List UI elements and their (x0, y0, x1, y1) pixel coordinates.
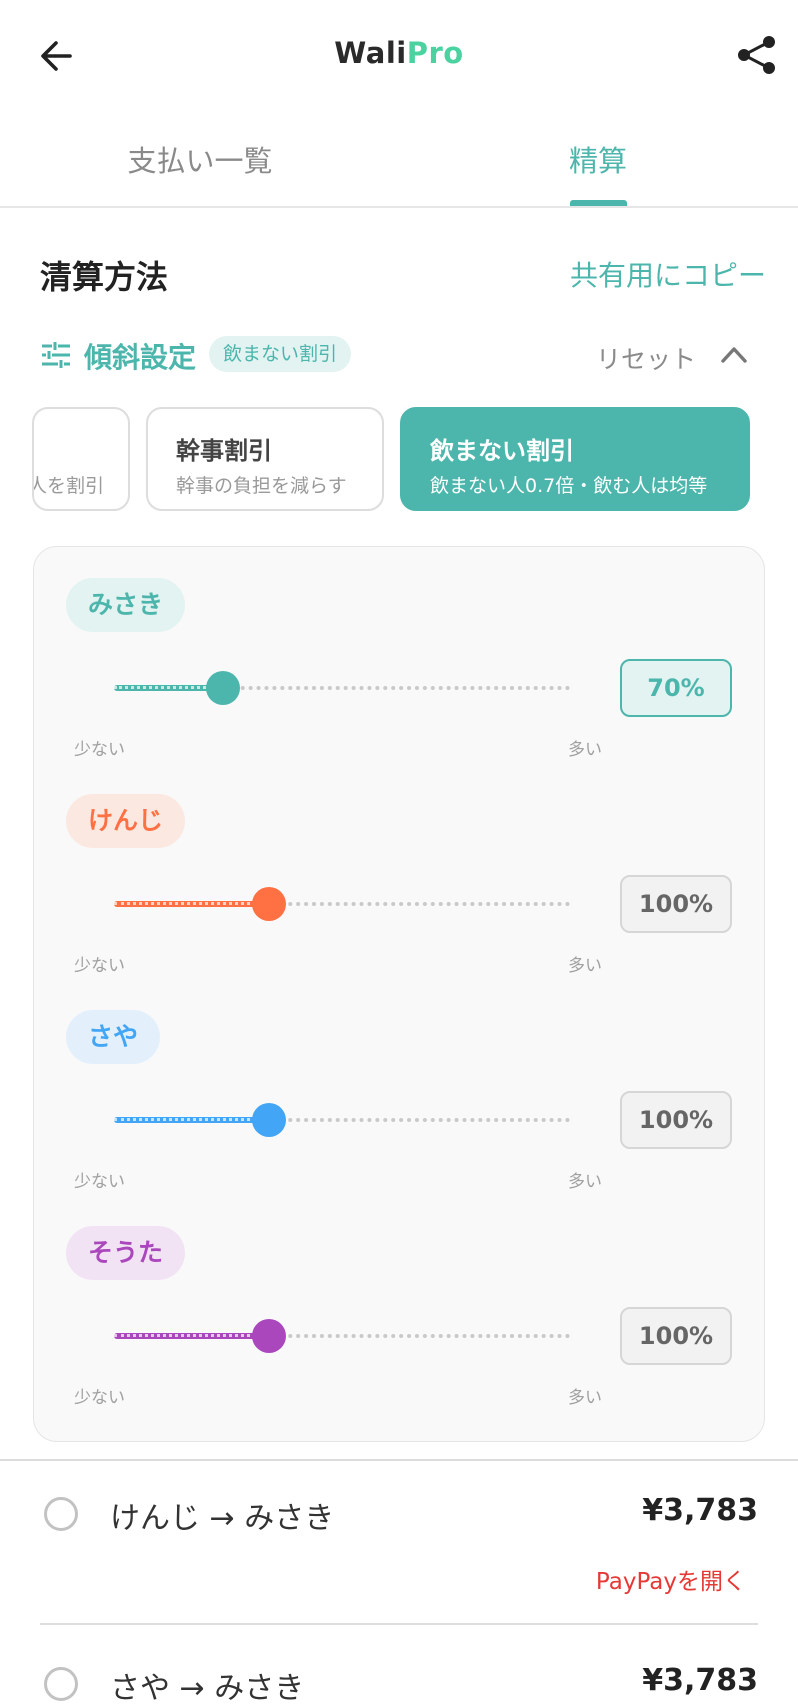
slider-max-label: 多い (568, 1388, 602, 1408)
transfer-names: さや → みさき (110, 1671, 305, 1706)
weight-percent-field[interactable]: 70% (620, 659, 732, 717)
transfer-amount: ¥3,783 (642, 1493, 758, 1528)
member-name-chip: けんじ (66, 794, 186, 848)
tilt-settings-title: 傾斜設定 (84, 341, 197, 374)
preset-card-desc: 幹事の負担を減らす (176, 475, 347, 497)
section-title: 清算方法 (40, 258, 169, 296)
slider-fill-dots (114, 1334, 269, 1337)
slider-fill (114, 1117, 269, 1123)
tab-payment-list[interactable]: 支払い一覧 (70, 138, 330, 180)
preset-card-title: 幹事割引 (176, 437, 272, 465)
section-divider (0, 1459, 798, 1461)
slider-min-label: 少ない (74, 740, 125, 760)
share-icon[interactable] (736, 34, 778, 76)
slider-fill-dots (114, 902, 269, 905)
app-logo: WaliPro (0, 36, 798, 70)
preset-card-non-drinker-discount[interactable]: 飲まない割引 飲まない人0.7倍・飲む人は均等 (400, 407, 750, 511)
slider-thumb[interactable] (206, 671, 240, 705)
slider-min-label: 少ない (74, 1388, 125, 1408)
tab-settlement[interactable]: 精算 (468, 138, 728, 180)
slider-fill (114, 901, 269, 907)
member-name-chip: さや (66, 1010, 161, 1064)
logo-accent-text: Pro (406, 36, 464, 70)
slider-min-label: 少ない (74, 956, 125, 976)
slider-thumb[interactable] (252, 887, 286, 921)
slider-fill (114, 1333, 269, 1339)
slider-thumb[interactable] (252, 1319, 286, 1353)
member-name-chip: みさき (66, 578, 186, 632)
slider-max-label: 多い (568, 1172, 602, 1192)
slider-max-label: 多い (568, 740, 602, 760)
copy-for-sharing-button[interactable]: 共有用にコピー (570, 254, 766, 294)
slider-min-label: 少ない (74, 1172, 125, 1192)
active-preset-badge: 飲まない割引 (209, 336, 352, 372)
preset-card-desc: 飲まない人0.7倍・飲む人は均等 (430, 475, 708, 497)
tune-icon (42, 342, 70, 368)
logo-main-text: Wali (334, 36, 407, 70)
weight-percent-field[interactable]: 100% (620, 1307, 732, 1365)
tab-divider (0, 206, 798, 208)
transfer-divider (40, 1623, 758, 1625)
preset-card-organizer-discount[interactable]: 幹事割引 幹事の負担を減らす (146, 407, 384, 511)
weight-percent-field[interactable]: 100% (620, 875, 732, 933)
reset-button[interactable]: リセット (596, 340, 696, 376)
open-paypay-link[interactable]: PayPayを開く (596, 1562, 746, 1596)
slider-thumb[interactable] (252, 1103, 286, 1137)
preset-card-partial[interactable]: 人を割引 (32, 407, 130, 511)
transfer-names: けんじ → みさき (110, 1501, 335, 1536)
transfer-amount: ¥3,783 (642, 1663, 758, 1698)
member-name-chip: そうた (66, 1226, 186, 1280)
transfer-checkbox[interactable] (44, 1497, 78, 1531)
preset-card-title: 飲まない割引 (430, 437, 574, 465)
weight-percent-field[interactable]: 100% (620, 1091, 732, 1149)
slider-max-label: 多い (568, 956, 602, 976)
slider-fill-dots (114, 1118, 269, 1121)
preset-card-desc: 人を割引 (32, 475, 104, 497)
transfer-checkbox[interactable] (44, 1667, 78, 1701)
chevron-up-icon[interactable] (720, 343, 748, 365)
